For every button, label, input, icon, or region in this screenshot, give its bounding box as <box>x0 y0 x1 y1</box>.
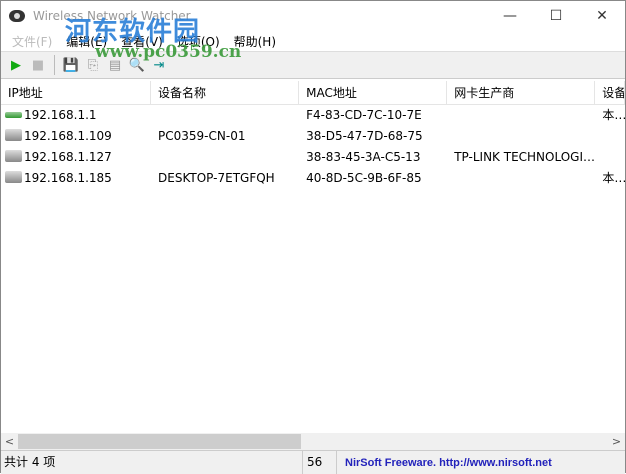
horizontal-scrollbar[interactable]: < > <box>1 433 625 450</box>
table-row[interactable]: 192.168.1.109 PC0359-CN-01 38-D5-47-7D-68-… <box>1 126 625 147</box>
html-report-icon[interactable]: ▤ <box>106 56 124 74</box>
save-icon[interactable]: 💾 <box>62 56 80 74</box>
menu-options[interactable]: 选项(O) <box>170 33 227 50</box>
column-vendor[interactable]: 网卡生产商 <box>447 81 596 104</box>
device-name-cell-text: PC0359-CN-01 <box>158 129 246 143</box>
device-info-cell <box>595 147 625 168</box>
mac-cell: 38-83-45-3A-C5-13 <box>299 147 447 168</box>
mac-cell-text: 38-83-45-3A-C5-13 <box>306 150 421 164</box>
device-info-cell-text: 本网关 <box>602 108 625 122</box>
nirsoft-link[interactable]: NirSoft Freeware. http://www.nirsoft.net <box>337 457 552 469</box>
column-device-info[interactable]: 设备信息 <box>595 81 625 104</box>
router-icon <box>5 112 22 118</box>
computer-icon <box>5 171 22 183</box>
menu-help[interactable]: 帮助(H) <box>227 33 283 50</box>
device-name-cell <box>151 105 299 126</box>
ip-cell: 192.168.1.109 <box>1 126 151 147</box>
device-name-cell-text: DESKTOP-7ETGFQH <box>158 171 275 185</box>
maximize-button[interactable]: ☐ <box>533 1 579 31</box>
device-name-cell: PC0359-CN-01 <box>151 126 299 147</box>
computer-icon <box>5 150 22 162</box>
table-row[interactable]: 192.168.1.185 DESKTOP-7ETGFQH 40-8D-5C-9B-… <box>1 168 625 189</box>
vendor-cell <box>447 126 595 147</box>
menu-view[interactable]: 查看(V) <box>114 33 170 50</box>
device-list: IP地址 设备名称 MAC地址 网卡生产商 设备信息 192.168.1.1 F4… <box>1 81 625 433</box>
device-info-cell: 本机 <box>595 168 625 189</box>
start-scan-icon[interactable]: ▶ <box>7 56 25 74</box>
computer-icon <box>5 129 22 141</box>
exit-icon[interactable]: ⇥ <box>150 56 168 74</box>
scroll-thumb[interactable] <box>18 434 302 449</box>
mac-cell-text: 38-D5-47-7D-68-75 <box>306 129 423 143</box>
device-info-cell-text: 本机 <box>602 171 625 185</box>
column-mac[interactable]: MAC地址 <box>299 81 448 104</box>
list-header: IP地址 设备名称 MAC地址 网卡生产商 设备信息 <box>1 81 625 105</box>
ip-cell-text: 192.168.1.127 <box>24 150 112 164</box>
minimize-button[interactable]: — <box>487 1 533 31</box>
mac-cell-text: F4-83-CD-7C-10-7E <box>306 108 422 122</box>
window-title: Wireless Network Watcher <box>33 9 191 23</box>
device-name-cell <box>151 147 299 168</box>
menu-edit[interactable]: 编辑(E) <box>59 33 114 50</box>
ip-cell: 192.168.1.1 <box>1 105 151 126</box>
ip-cell: 192.168.1.127 <box>1 147 151 168</box>
ip-cell-text: 192.168.1.185 <box>24 171 112 185</box>
title-bar: Wireless Network Watcher — ☐ ✕ <box>1 1 625 31</box>
copy-icon[interactable]: ⎘ <box>84 56 102 74</box>
menu-bar: 文件(F) 编辑(E) 查看(V) 选项(O) 帮助(H) <box>1 31 625 51</box>
device-info-cell <box>595 126 625 147</box>
mac-cell: F4-83-CD-7C-10-7E <box>299 105 447 126</box>
menu-file[interactable]: 文件(F) <box>5 33 59 50</box>
column-ip[interactable]: IP地址 <box>1 81 152 104</box>
device-info-cell: 本网关 <box>595 105 625 126</box>
column-device-name[interactable]: 设备名称 <box>151 81 300 104</box>
vendor-cell <box>447 105 595 126</box>
scroll-right-icon[interactable]: > <box>608 435 625 448</box>
mac-cell: 40-8D-5C-9B-6F-85 <box>299 168 447 189</box>
vendor-cell-text: TP-LINK TECHNOLOGIES CO.,LTD. <box>454 150 596 164</box>
scroll-left-icon[interactable]: < <box>1 435 18 448</box>
stop-scan-icon[interactable]: ■ <box>29 56 47 74</box>
ip-cell: 192.168.1.185 <box>1 168 151 189</box>
eye-app-icon <box>9 10 25 22</box>
table-row[interactable]: 192.168.1.127 38-83-45-3A-C5-13 TP-LINK TE… <box>1 147 625 168</box>
properties-icon[interactable]: 🔍 <box>128 56 146 74</box>
mac-cell-text: 40-8D-5C-9B-6F-85 <box>306 171 422 185</box>
scroll-track[interactable] <box>18 434 608 449</box>
device-name-cell: DESKTOP-7ETGFQH <box>151 168 299 189</box>
item-count: 共计 4 项 <box>1 451 303 474</box>
table-row[interactable]: 192.168.1.1 F4-83-CD-7C-10-7E 本网关 <box>1 105 625 126</box>
vendor-cell <box>447 168 595 189</box>
toolbar: ▶ ■ 💾 ⎘ ▤ 🔍 ⇥ <box>1 51 625 79</box>
toolbar-separator <box>54 55 55 75</box>
ip-cell-text: 192.168.1.1 <box>24 108 97 122</box>
mac-cell: 38-D5-47-7D-68-75 <box>299 126 447 147</box>
status-number: 56 <box>303 451 337 474</box>
vendor-cell: TP-LINK TECHNOLOGIES CO.,LTD. <box>447 147 595 168</box>
status-bar: 共计 4 项 56 NirSoft Freeware. http://www.n… <box>1 450 625 474</box>
ip-cell-text: 192.168.1.109 <box>24 129 112 143</box>
close-button[interactable]: ✕ <box>579 1 625 31</box>
